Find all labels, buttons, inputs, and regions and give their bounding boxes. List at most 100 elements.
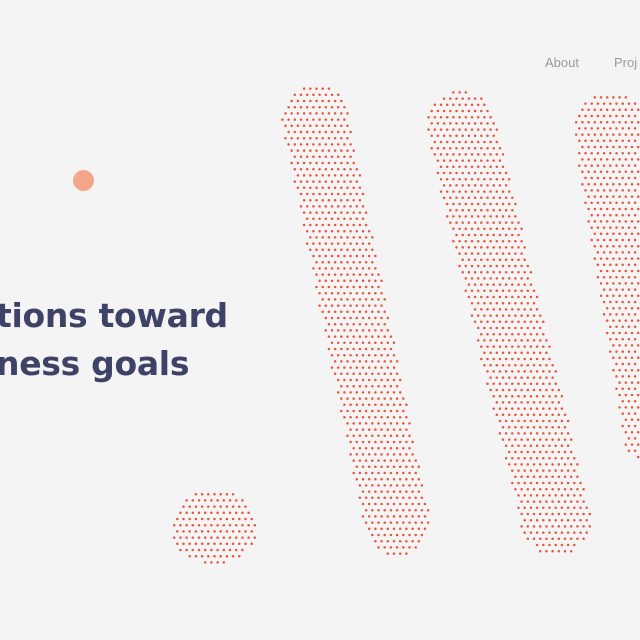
pattern-dot xyxy=(624,269,628,273)
pattern-dot xyxy=(633,213,637,217)
pattern-dot xyxy=(612,344,615,347)
pattern-dot xyxy=(557,512,561,516)
pattern-dot xyxy=(355,205,359,208)
pattern-dot xyxy=(222,523,226,527)
pattern-dot xyxy=(386,440,390,444)
pattern-dot xyxy=(590,226,593,229)
pattern-dot xyxy=(374,415,377,419)
pattern-dot xyxy=(507,339,511,342)
pattern-dot xyxy=(486,109,489,113)
pattern-dot xyxy=(624,96,628,99)
pattern-dot xyxy=(411,490,414,493)
pattern-dot xyxy=(585,531,588,534)
pattern-dot xyxy=(346,347,349,351)
pattern-dot xyxy=(380,490,383,493)
pattern-dot xyxy=(464,103,468,107)
pattern-dot xyxy=(627,251,631,254)
pattern-dot xyxy=(476,264,480,268)
pattern-dot xyxy=(207,492,210,496)
pattern-dot xyxy=(520,277,523,280)
pattern-dot xyxy=(395,533,399,537)
pattern-dot xyxy=(361,316,365,320)
pattern-dot xyxy=(222,536,226,539)
pattern-dot xyxy=(615,176,618,180)
pattern-dot xyxy=(358,322,362,326)
pattern-dot xyxy=(587,220,590,223)
pattern-dot xyxy=(395,409,399,413)
pattern-dot xyxy=(492,246,495,249)
pattern-dot xyxy=(346,434,349,438)
pattern-dot xyxy=(627,226,631,229)
pattern-dot xyxy=(374,316,377,320)
pattern-dot xyxy=(395,484,399,487)
pattern-dot xyxy=(374,329,377,332)
pattern-dot xyxy=(517,432,520,435)
pattern-dot xyxy=(327,347,331,351)
pattern-dot xyxy=(545,537,548,541)
pattern-dot xyxy=(395,434,399,438)
pattern-dot xyxy=(526,376,530,379)
pattern-dot xyxy=(228,511,232,515)
pattern-dot xyxy=(467,233,471,237)
pattern-dot xyxy=(560,518,564,522)
pattern-dot xyxy=(630,443,634,446)
pattern-dot xyxy=(532,463,536,466)
pattern-dot xyxy=(476,339,480,342)
pattern-dot xyxy=(392,378,396,382)
pattern-dot xyxy=(336,391,340,394)
pattern-dot xyxy=(402,397,405,400)
pattern-dot xyxy=(498,258,502,262)
pattern-dot xyxy=(458,115,461,119)
pattern-dot xyxy=(542,469,545,472)
pattern-dot xyxy=(346,149,349,152)
pattern-dot xyxy=(367,440,371,444)
pattern-dot xyxy=(293,143,297,146)
pattern-dot xyxy=(358,285,362,289)
pattern-dot xyxy=(402,446,405,450)
pattern-dot xyxy=(483,103,486,107)
pattern-dot xyxy=(520,227,523,231)
pattern-dot xyxy=(367,366,371,369)
pattern-dot xyxy=(330,93,334,97)
pattern-dot xyxy=(615,362,618,366)
pattern-dot xyxy=(367,477,371,481)
pattern-dot xyxy=(495,351,499,355)
pattern-dot xyxy=(333,310,337,314)
pattern-dot xyxy=(225,492,229,496)
pattern-dot xyxy=(386,477,390,481)
pattern-dot xyxy=(483,165,486,169)
pattern-dot xyxy=(495,239,499,243)
pattern-dot xyxy=(333,161,337,165)
pattern-dot xyxy=(340,136,343,140)
pattern-dot xyxy=(330,192,334,196)
pattern-dot xyxy=(532,438,536,441)
pattern-dot xyxy=(514,301,517,305)
pattern-dot xyxy=(627,437,631,440)
pattern-dot xyxy=(349,415,352,419)
pattern-dot xyxy=(346,223,349,227)
pattern-dot xyxy=(596,139,600,143)
pattern-dot xyxy=(551,363,554,367)
pattern-dot xyxy=(452,190,455,193)
pattern-dot xyxy=(318,180,321,183)
pattern-dot xyxy=(602,127,606,130)
pattern-dot xyxy=(636,306,640,310)
pattern-dot xyxy=(464,115,468,119)
pattern-dot xyxy=(458,264,461,268)
pattern-dot xyxy=(296,161,300,165)
pattern-dot xyxy=(309,211,312,214)
pattern-dot xyxy=(545,500,548,503)
pattern-dot xyxy=(361,502,365,506)
pattern-dot xyxy=(210,523,213,527)
pattern-dot xyxy=(330,118,334,121)
pattern-dot xyxy=(615,151,618,155)
pattern-dot xyxy=(590,151,593,155)
pattern-dot xyxy=(340,273,343,276)
pattern-dot xyxy=(449,208,452,212)
pattern-dot xyxy=(630,207,634,211)
pattern-dot xyxy=(551,401,554,404)
pattern-dot xyxy=(624,244,628,248)
pattern-dot xyxy=(636,344,640,347)
pattern-dot xyxy=(343,118,346,121)
pattern-dot xyxy=(624,368,628,372)
